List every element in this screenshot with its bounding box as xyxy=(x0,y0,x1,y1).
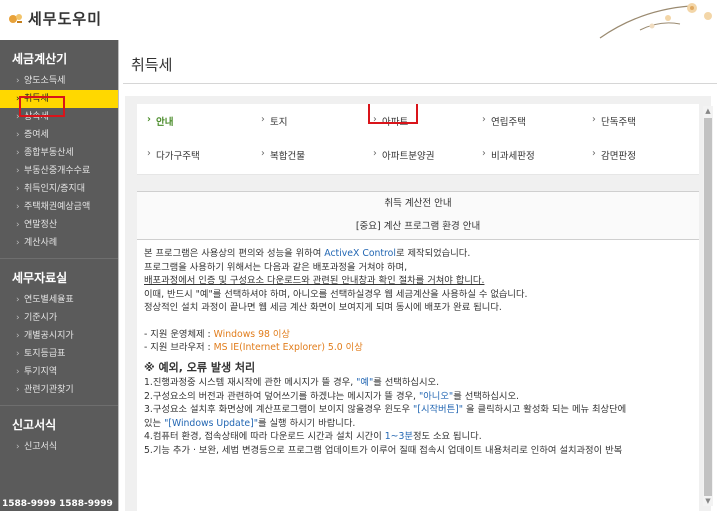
title-divider xyxy=(123,83,717,84)
flower-decoration-icon xyxy=(599,3,712,39)
text: 1~3분 xyxy=(384,431,413,442)
sidebar-item-tax-rate-table[interactable]: 연도별세율표 xyxy=(0,291,118,309)
sidebar-section-title: 신고서식 xyxy=(12,418,57,432)
text: 를 선택하십시오. xyxy=(453,390,519,402)
error-section-title: ※ 예외, 오류 발생 처리 xyxy=(144,360,256,374)
sidebar-item-calculation-examples[interactable]: 계산사례 xyxy=(0,234,118,252)
content-panel: 안내 토지 아파트 연립주택 단독주택 다가구주택 복합건물 아파트분양권 비과… xyxy=(125,96,713,511)
tab-mixed-building[interactable]: 복합건물 xyxy=(261,148,305,162)
tab-nontaxable-check[interactable]: 비과세판정 xyxy=(482,148,535,162)
tab-row-house[interactable]: 연립주택 xyxy=(482,114,526,128)
text: "[시작버튼]" xyxy=(413,404,464,415)
scroll-up-icon[interactable]: ▲ xyxy=(704,106,712,116)
sidebar-item-gift-tax[interactable]: 증여세 xyxy=(0,126,118,144)
label: - 지원 운영체제 : xyxy=(144,328,214,340)
site-header: 세무도우미 xyxy=(0,0,720,40)
highlight-box xyxy=(368,104,418,124)
tab-detached-house[interactable]: 단독주택 xyxy=(592,114,636,128)
sidebar-item-report-forms[interactable]: 신고서식 xyxy=(0,438,118,456)
embedded-frame: 안내 토지 아파트 연립주택 단독주택 다가구주택 복합건물 아파트분양권 비과… xyxy=(137,104,699,511)
sidebar-item-brokerage-fee[interactable]: 부동산중개수수료 xyxy=(0,162,118,180)
contact-phone: 1588-9999 1588-9999 xyxy=(2,499,113,509)
sidebar-section-title: 세무자료실 xyxy=(12,271,68,285)
highlight-box xyxy=(19,96,65,117)
sidebar-item-housing-bond[interactable]: 주택채권예상금액 xyxy=(0,198,118,216)
info-subheading: [중요] 계산 프로그램 환경 안내 xyxy=(137,215,699,240)
logo[interactable]: 세무도우미 xyxy=(8,8,102,29)
guide-paragraph: 배포과정에서 인증 및 구성요소 다운로드와 관련된 안내창과 확인 절차를 거… xyxy=(144,275,485,286)
guide-paragraph: 정상적인 설치 과정이 끝나면 웹 세금 계산 화면이 보여지게 되며 동시에 … xyxy=(144,302,502,313)
text: 3.구성요소 설치후 화면상에 계산프로그램이 보이지 않을경우 윈도우 xyxy=(144,404,414,415)
guide-paragraph: 이때, 반드시 "예"를 선택하셔야 하며, 아니오를 선택하실경우 웹 세금계… xyxy=(144,288,528,300)
tab-land[interactable]: 토지 xyxy=(261,114,287,128)
guide-paragraph: 프로그램을 사용하기 위해서는 다음과 같은 배포과정을 거쳐야 하며, xyxy=(144,261,408,273)
page-title: 취득세 xyxy=(131,56,173,74)
vertical-scrollbar[interactable]: ▲ ▼ xyxy=(703,106,713,506)
error-item: 3.구성요소 설치후 화면상에 계산프로그램이 보이지 않을경우 윈도우 "[시… xyxy=(144,403,694,417)
sidebar-item-standard-price[interactable]: 기준시가 xyxy=(0,309,118,327)
text: "[Windows Update]" xyxy=(164,417,258,429)
text: "예" xyxy=(356,377,374,388)
sidebar-item-related-agencies[interactable]: 관련기관찾기 xyxy=(0,381,118,399)
supported-browser: - 지원 브라우저 : MS IE(Internet Explorer) 5.0… xyxy=(144,341,694,355)
report-forms-menu: 신고서식 xyxy=(0,438,118,456)
sidebar-section-title: 세금계산기 xyxy=(12,52,68,66)
main-content: 취득세 안내 토지 아파트 연립주택 단독주택 다가구주택 복합건물 아파트분양… xyxy=(118,40,720,511)
text: 1.진행과정중 시스템 재시작에 관한 메시지가 뜰 경우, xyxy=(144,377,357,388)
sidebar-item-year-end-settlement[interactable]: 연말정산 xyxy=(0,216,118,234)
sidebar-item-land-grade[interactable]: 토지등급표 xyxy=(0,345,118,363)
tab-reduction-check[interactable]: 감면판정 xyxy=(592,148,636,162)
value: Windows 98 이상 xyxy=(213,328,290,340)
error-item: 2.구성요소의 버전과 관련하여 덮어쓰기를 하겠냐는 메시지가 뜰 경우, "… xyxy=(144,390,694,404)
text: 를 실행 하시기 바랍니다. xyxy=(258,417,356,429)
text: 로 제작되었습니다. xyxy=(395,248,471,259)
logo-icon xyxy=(9,13,22,23)
supported-os: - 지원 운영체제 : Windows 98 이상 xyxy=(144,328,694,342)
error-item: 1.진행과정중 시스템 재시작에 관한 메시지가 뜰 경우, "예"를 선택하십… xyxy=(144,376,694,390)
text: 본 프로그램은 사용상의 편의와 성능을 위하여 xyxy=(144,248,325,259)
text: "아니오" xyxy=(418,390,454,402)
logo-text: 세무도우미 xyxy=(28,10,103,28)
text: 있는 xyxy=(144,417,165,429)
error-item: 있는 "[Windows Update]"를 실행 하시기 바랍니다. xyxy=(144,417,694,431)
tax-resources-menu: 연도별세율표 기준시가 개별공시지가 토지등급표 투기지역 관련기관찾기 xyxy=(0,291,118,399)
error-item: 4.컴퓨터 환경, 접속상태에 따라 다운로드 시간과 설치 시간이 1~3분정… xyxy=(144,430,694,444)
tab-guide[interactable]: 안내 xyxy=(147,114,173,128)
guide-paragraph: 본 프로그램은 사용상의 편의와 성능을 위하여 ActiveX Control… xyxy=(144,247,694,261)
text: 를 선택하십시오. xyxy=(373,377,440,388)
info-heading: 취득 계산전 안내 xyxy=(137,191,699,217)
sidebar-item-speculation-area[interactable]: 투기지역 xyxy=(0,363,118,381)
sidebar-item-land-price[interactable]: 개별공시지가 xyxy=(0,327,118,345)
sidebar-item-stamp-fee[interactable]: 취득인지/증지대 xyxy=(0,180,118,198)
sidebar-item-capital-gains-tax[interactable]: 양도소득세 xyxy=(0,72,118,90)
tab-multi-family-house[interactable]: 다가구주택 xyxy=(147,148,200,162)
text: 4.컴퓨터 환경, 접속상태에 따라 다운로드 시간과 설치 시간이 xyxy=(144,431,385,442)
value: MS IE(Internet Explorer) 5.0 이상 xyxy=(213,342,363,353)
scroll-down-icon[interactable]: ▼ xyxy=(704,496,712,506)
scroll-thumb[interactable] xyxy=(704,118,712,496)
text: 을 클릭하시고 활성화 되는 메뉴 최상단에 xyxy=(463,404,627,415)
section-gap xyxy=(137,175,699,191)
activex-text: ActiveX Control xyxy=(324,248,396,259)
text: 정도 소요 됩니다. xyxy=(412,431,482,442)
tab-apartment-presale[interactable]: 아파트분양권 xyxy=(373,148,434,162)
text: 2.구성요소의 버전과 관련하여 덮어쓰기를 하겠냐는 메시지가 뜰 경우, xyxy=(144,390,419,402)
error-item: 5.기능 추가 · 보완, 세법 변경등으로 프로그램 업데이트가 이루어 질때… xyxy=(144,444,623,456)
guide-text: 본 프로그램은 사용상의 편의와 성능을 위하여 ActiveX Control… xyxy=(144,247,694,457)
sidebar-item-comprehensive-real-estate-tax[interactable]: 종합부동산세 xyxy=(0,144,118,162)
property-type-tabs: 안내 토지 아파트 연립주택 단독주택 다가구주택 복합건물 아파트분양권 비과… xyxy=(137,104,699,174)
label: - 지원 브라우저 : xyxy=(144,342,214,353)
